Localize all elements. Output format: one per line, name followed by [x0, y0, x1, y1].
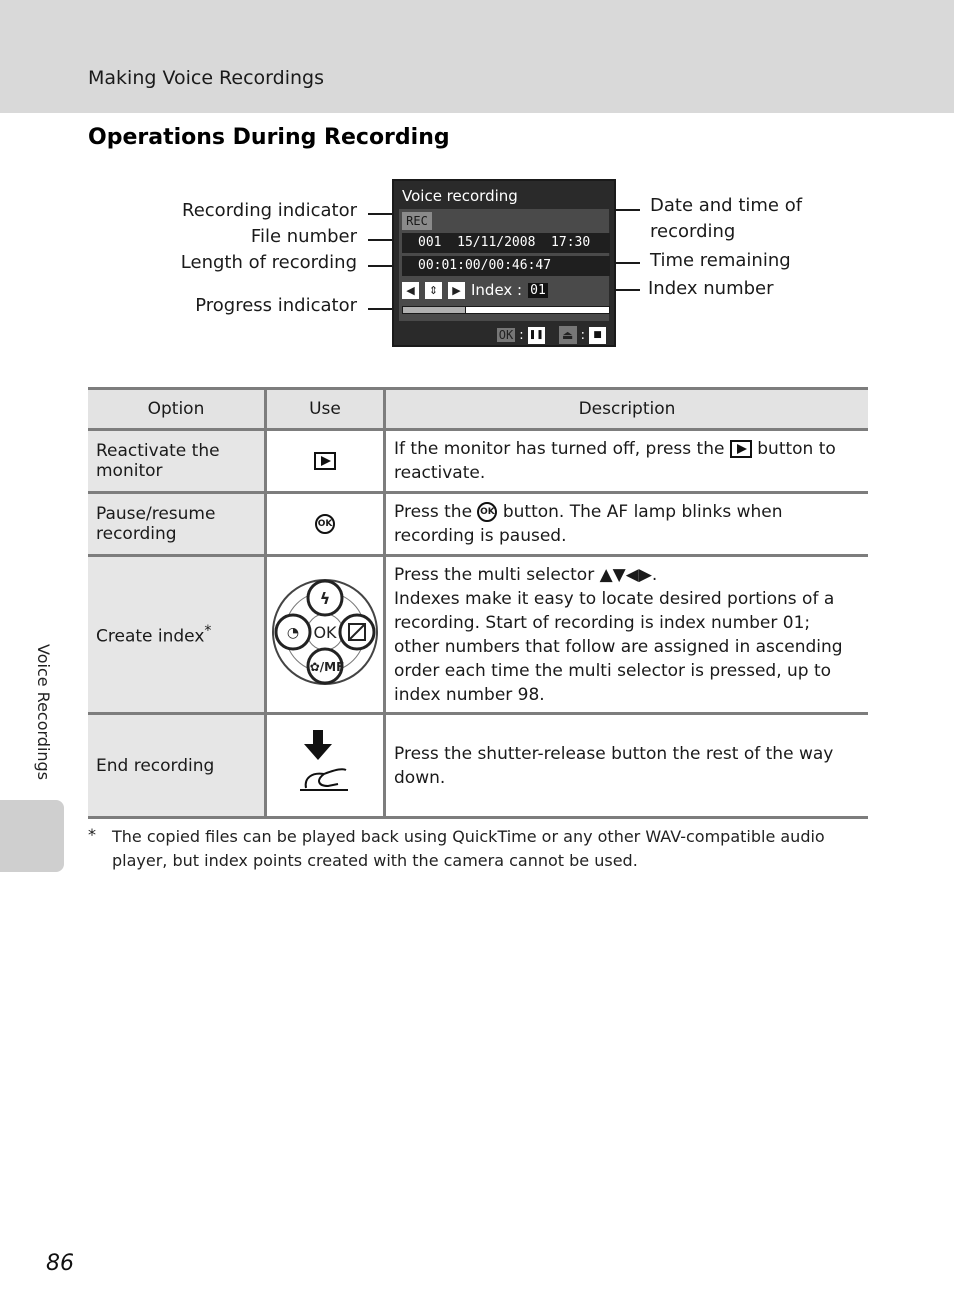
header-band: [0, 0, 954, 113]
screen-title: Voice recording: [402, 187, 518, 205]
footnote-mark: *: [88, 825, 96, 844]
use-cell: [264, 428, 386, 494]
multi-selector-icon: OK ϟ ◔ ✿/MF: [272, 579, 378, 685]
ok-button-icon: OK: [315, 514, 335, 534]
table-row: Reactivate the monitor If the monitor ha…: [88, 428, 868, 494]
camera-screen-illustration: Voice recording REC 001 15/11/2008 17:30…: [392, 179, 616, 347]
index-number: 01: [528, 282, 548, 298]
callout-date-time: Date and time of recording: [650, 195, 803, 242]
callout-length-of-recording: Length of recording: [180, 252, 357, 273]
ok-center-label: OK: [313, 623, 337, 642]
option-cell: Reactivate the monitor: [88, 428, 267, 494]
option-text: Create index: [96, 626, 205, 647]
description-cell: Press the shutter-release button the res…: [383, 712, 868, 819]
left-arrow-icon: ◀: [402, 281, 419, 299]
length-time-remaining: 00:01:00/00:46:47: [402, 256, 610, 276]
footnote-text: The copied files can be played back usin…: [112, 827, 825, 870]
self-timer-icon: ◔: [287, 625, 299, 641]
progress-indicator: [402, 306, 610, 314]
recording-indicator: REC: [402, 212, 432, 230]
use-cell: OK: [264, 491, 386, 557]
header-use: Use: [264, 387, 386, 431]
playback-button-icon: [314, 452, 336, 470]
running-header: Making Voice Recordings: [88, 67, 324, 89]
description-cell: If the monitor has turned off, press the…: [383, 428, 868, 494]
option-cell: End recording: [88, 712, 267, 819]
description-text: If the monitor has turned off, press the: [394, 439, 725, 459]
table-row: Create index* OK ϟ ◔ ✿/MF Press the mult…: [88, 554, 868, 715]
header-option: Option: [88, 387, 267, 431]
ok-button-icon: OK: [477, 502, 498, 522]
stop-icon: ■: [589, 326, 606, 344]
ok-chip: OK: [496, 328, 516, 342]
shutter-release-press-icon: [300, 730, 348, 791]
callout-progress-indicator: Progress indicator: [195, 295, 357, 316]
separator: :: [580, 327, 585, 343]
option-cell: Pause/resume recording: [88, 491, 267, 557]
use-cell: [264, 712, 386, 819]
progress-fill: [403, 307, 466, 313]
callout-recording-indicator: Recording indicator: [182, 200, 357, 221]
footnote-mark: *: [204, 622, 212, 639]
table-row: End recording Press the shutter-release …: [88, 712, 868, 819]
description-cell: Press the OK button. The AF lamp blinks …: [383, 491, 868, 557]
description-cell: Press the multi selector ▲▼◀▶. Indexes m…: [383, 554, 868, 715]
up-down-arrow-icon: ⇕: [425, 281, 442, 299]
operations-table: Option Use Description Reactivate the mo…: [88, 387, 868, 819]
index-label: Index :: [471, 281, 523, 299]
description-text: Press the: [394, 502, 473, 522]
flash-icon: ϟ: [320, 589, 331, 608]
option-cell: Create index*: [88, 554, 267, 715]
callout-index-number: Index number: [648, 278, 774, 299]
right-arrow-icon: ▶: [448, 281, 465, 299]
table-header-row: Option Use Description: [88, 387, 868, 431]
side-tab: [0, 800, 64, 872]
use-cell: OK ϟ ◔ ✿/MF: [264, 554, 386, 715]
file-number-datetime: 001 15/11/2008 17:30: [402, 233, 610, 253]
separator: :: [519, 327, 524, 343]
index-nav-row: ◀ ⇕ ▶ Index : 01: [402, 280, 548, 300]
shutter-icon: ⏏: [558, 326, 577, 344]
description-text: Press the multi selector ▲▼◀▶.: [394, 564, 658, 585]
callout-file-number: File number: [250, 226, 357, 247]
section-title: Operations During Recording: [88, 125, 450, 150]
page-number: 86: [46, 1251, 74, 1276]
callout-time-remaining: Time remaining: [650, 250, 791, 271]
playback-button-icon: [729, 440, 752, 458]
screen-footer: OK : ❚❚ ⏏ : ■: [496, 326, 606, 344]
description-text: Indexes make it easy to locate desired p…: [394, 588, 843, 705]
table-row: Pause/resume recording OK Press the OK b…: [88, 491, 868, 557]
header-description: Description: [383, 387, 868, 431]
macro-mf-icon: ✿/MF: [310, 660, 345, 674]
side-tab-label: Voice Recordings: [34, 644, 53, 781]
pause-icon: ❚❚: [527, 326, 545, 344]
